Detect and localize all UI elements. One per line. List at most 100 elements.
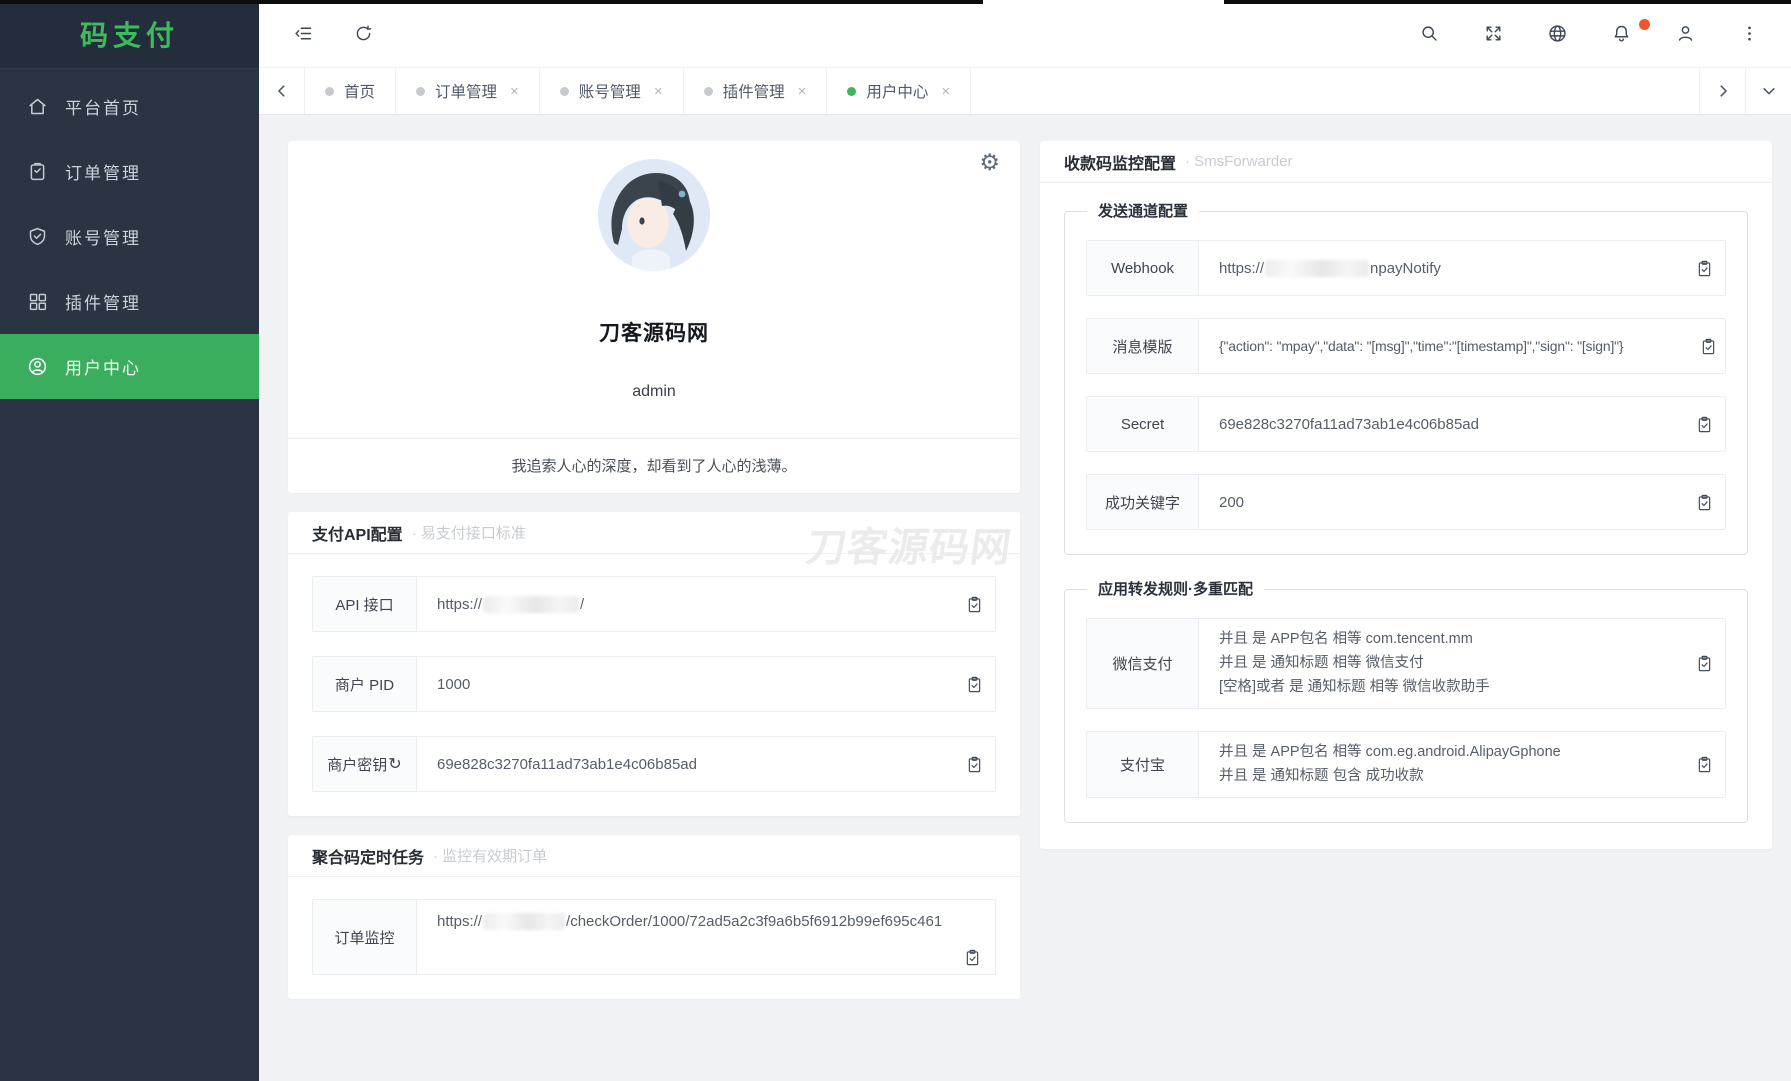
url-prefix: https:// (437, 596, 482, 613)
tabs-scroll-left-button[interactable] (259, 68, 305, 114)
copy-button[interactable] (953, 577, 995, 631)
sidebar-item-plugins[interactable]: 插件管理 (0, 269, 259, 334)
settings-gear-icon[interactable]: ⚙ (979, 151, 1000, 174)
tabs-dropdown-button[interactable] (1745, 68, 1791, 114)
tab-close-icon[interactable]: × (510, 83, 519, 100)
tab-dot (847, 87, 856, 96)
sidebar-item-label: 账号管理 (65, 224, 141, 249)
copy-button[interactable] (1683, 397, 1725, 451)
tab-label: 订单管理 (435, 80, 497, 102)
copy-check-icon (1695, 493, 1714, 512)
avatar (598, 159, 710, 271)
user-icon (1675, 23, 1696, 44)
field-value: 69e828c3270fa11ad73ab1e4c06b85ad (417, 737, 953, 791)
field-label: 商户 PID (313, 657, 417, 711)
copy-check-icon (963, 948, 982, 967)
field-row-success-keyword: 成功关键字 200 (1086, 474, 1726, 530)
app-logo-text: 码支付 (80, 14, 179, 54)
tabbar-spacer (971, 68, 1699, 114)
sidebar-item-home[interactable]: 平台首页 (0, 74, 259, 139)
card-subtitle: · 易支付接口标准 (412, 522, 526, 543)
copy-button[interactable] (953, 737, 995, 791)
sidebar-item-label: 用户中心 (65, 354, 141, 379)
grid-icon (27, 291, 48, 312)
tab-close-icon[interactable]: × (654, 83, 663, 100)
field-label: Secret (1087, 397, 1199, 451)
search-button[interactable] (1413, 18, 1445, 50)
chevron-down-icon (1762, 84, 1776, 98)
card-header: 支付API配置 · 易支付接口标准 (288, 512, 1020, 554)
field-value: 并且 是 APP包名 相等 com.tencent.mm 并且 是 通知标题 相… (1199, 619, 1683, 708)
fieldset-legend: 发送通道配置 (1087, 201, 1199, 223)
tab-dot (704, 87, 713, 96)
sidebar-item-accounts[interactable]: 账号管理 (0, 204, 259, 269)
tab-label: 插件管理 (723, 80, 785, 102)
kebab-menu-icon (1739, 23, 1760, 44)
field-label: 订单监控 (313, 900, 417, 974)
sidebar: 码支付 平台首页 订单管理 账号管理 插件管理 用户中心 (0, 0, 259, 1081)
tab-dot (560, 87, 569, 96)
card-body: 发送通道配置 Webhook https://npayNotify (1040, 183, 1772, 849)
tab-dot (416, 87, 425, 96)
profile-bio: 我追索人心的深度，却看到了人心的浅薄。 (288, 439, 1020, 476)
field-row-api-endpoint: API 接口 https:/// (312, 576, 996, 632)
user-button[interactable] (1669, 18, 1701, 50)
collapse-menu-icon (293, 23, 314, 44)
left-column: ⚙ 刀客源码网 admi (288, 141, 1020, 999)
collapse-sidebar-button[interactable] (287, 18, 319, 50)
field-label: 消息模版 (1087, 319, 1199, 373)
tab-orders[interactable]: 订单管理 × (396, 68, 540, 114)
profile-username: admin (288, 383, 1020, 401)
field-label: 支付宝 (1087, 732, 1199, 797)
sidebar-item-label: 订单管理 (65, 159, 141, 184)
sidebar-item-user-center[interactable]: 用户中心 (0, 334, 259, 399)
rule-line: 并且 是 APP包名 相等 com.tencent.mm (1219, 629, 1473, 650)
tab-plugins[interactable]: 插件管理 × (684, 68, 828, 114)
copy-button[interactable] (1691, 319, 1725, 373)
tab-user-center[interactable]: 用户中心 × (827, 68, 971, 114)
tab-label: 账号管理 (579, 80, 641, 102)
refresh-icon (353, 23, 374, 44)
tab-accounts[interactable]: 账号管理 × (540, 68, 684, 114)
tab-home[interactable]: 首页 (305, 68, 396, 114)
field-label: 微信支付 (1087, 619, 1199, 708)
card-header: 收款码监控配置 · SmsForwarder (1040, 141, 1772, 183)
sidebar-item-label: 平台首页 (65, 94, 141, 119)
card-subtitle: · 监控有效期订单 (433, 845, 547, 866)
chevron-left-icon (275, 84, 289, 98)
fullscreen-button[interactable] (1477, 18, 1509, 50)
tab-close-icon[interactable]: × (798, 83, 807, 100)
chevron-right-icon (1716, 84, 1730, 98)
rule-line: [空格]或者 是 通知标题 相等 微信收款助手 (1219, 677, 1490, 698)
right-column: 收款码监控配置 · SmsForwarder 发送通道配置 Webhook ht… (1040, 141, 1772, 849)
sidebar-item-orders[interactable]: 订单管理 (0, 139, 259, 204)
copy-button[interactable] (1683, 475, 1725, 529)
refresh-button[interactable] (347, 18, 379, 50)
tab-label: 首页 (344, 80, 375, 102)
tab-close-icon[interactable]: × (941, 83, 950, 100)
fieldset-legend: 应用转发规则·多重匹配 (1087, 579, 1264, 601)
more-options-button[interactable] (1733, 18, 1765, 50)
copy-button[interactable] (953, 657, 995, 711)
field-label: Webhook (1087, 241, 1199, 295)
tabs-scroll-right-button[interactable] (1699, 68, 1745, 114)
url-prefix: https:// (1219, 260, 1264, 277)
search-icon (1419, 23, 1440, 44)
copy-button[interactable] (1683, 619, 1725, 708)
field-label-text: 商户密钥 (327, 754, 387, 775)
copy-check-icon (1699, 337, 1718, 356)
regenerate-key-icon[interactable]: ↻ (388, 754, 401, 774)
rule-line: 并且 是 通知标题 包含 成功收款 (1219, 766, 1424, 787)
field-value: {"action": "mpay","data": "[msg]","time"… (1199, 319, 1691, 373)
card-body: 订单监控 https:///checkOrder/1000/72ad5a2c3f… (288, 877, 1020, 999)
language-button[interactable] (1541, 18, 1573, 50)
pay-api-card: 刀客源码网 支付API配置 · 易支付接口标准 API 接口 https:/// (288, 512, 1020, 816)
copy-button[interactable] (1683, 241, 1725, 295)
notifications-button[interactable] (1605, 18, 1637, 50)
copy-check-icon (1695, 415, 1714, 434)
rule-line: 并且 是 APP包名 相等 com.eg.android.AlipayGphon… (1219, 742, 1561, 763)
copy-button[interactable] (1683, 732, 1725, 797)
field-value: https:///checkOrder/1000/72ad5a2c3f9a6b5… (417, 900, 995, 974)
tab-bar: 首页 订单管理 × 账号管理 × 插件管理 × 用户中心 × (259, 67, 1791, 115)
copy-button[interactable] (955, 942, 989, 972)
